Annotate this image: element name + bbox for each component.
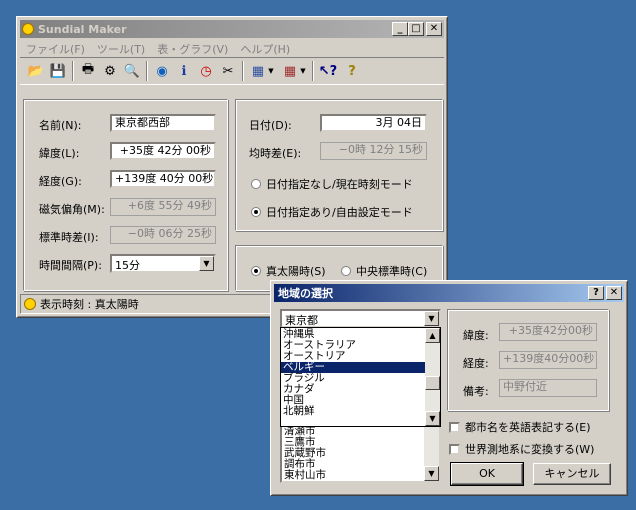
interval-select[interactable]: 15分 ▼ [110, 254, 216, 273]
region-dropdown-items: 沖縄県 オーストラリア オーストリア ベルギー ブラジル カナダ 中国 北朝鮮 [281, 329, 425, 417]
english-name-checkbox[interactable]: 都市名を英語表記する(E) [449, 419, 591, 435]
radio-free-mode[interactable]: 日付指定あり/自由設定モード [251, 204, 413, 220]
radio-mean-solar-circle [341, 266, 351, 276]
dropdown-scrollbar[interactable]: ▲ ▼ [425, 328, 440, 426]
radio-true-solar-circle [251, 266, 261, 276]
info-icon[interactable]: ℹ [174, 61, 194, 81]
globe-icon[interactable]: ◉ [152, 61, 172, 81]
name-label: 名前(N): [39, 119, 82, 132]
english-name-checkbox-box [449, 421, 460, 433]
scroll-down-button[interactable]: ▼ [424, 466, 439, 481]
world-geodetic-checkbox-box [449, 443, 460, 455]
help-button[interactable]: ? [588, 286, 604, 300]
dialog-titlebar[interactable]: 地域の選択 ? ✕ [274, 284, 624, 302]
radio-free-mode-label: 日付指定あり/自由設定モード [266, 206, 413, 219]
english-name-checkbox-label: 都市名を英語表記する(E) [465, 421, 591, 434]
sundial-app-icon [22, 23, 34, 35]
dialog-lat-label: 緯度: [463, 329, 489, 342]
close-button[interactable]: ✕ [426, 22, 442, 36]
toolbar-separator [72, 61, 74, 81]
print-setup-icon[interactable]: ⚙ [100, 61, 120, 81]
toolbar: 📂 💾 🖶 ⚙ 🔍 ◉ ℹ ◷ ✂ ▦ ▼ ▦ ▼ ↖? ? [20, 57, 444, 85]
grid-dropdown-icon[interactable]: ▼ [266, 61, 276, 81]
sun-icon [24, 298, 36, 310]
dialog-title: 地域の選択 [278, 287, 333, 300]
print-preview-icon[interactable]: 🔍 [122, 61, 142, 81]
dialog-note-field: 中野付近 [499, 379, 597, 397]
dialog-lat-field: +35度42分00秒 [499, 323, 597, 341]
region-dropdown-list[interactable]: 沖縄県 オーストラリア オーストリア ベルギー ブラジル カナダ 中国 北朝鮮 … [280, 327, 441, 427]
list-item[interactable]: 北朝鮮 [281, 406, 425, 417]
declination-label: 磁気偏角(M): [39, 203, 105, 216]
radio-now-mode[interactable]: 日付指定なし/現在時刻モード [251, 176, 413, 192]
interval-label: 時間間隔(P): [39, 259, 102, 272]
date-label: 日付(D): [249, 119, 292, 132]
radio-mean-solar[interactable]: 中央標準時(C) [341, 263, 427, 279]
std-time-diff-field: −0時 06分 25秒 [110, 226, 216, 244]
cancel-button[interactable]: キャンセル [533, 463, 611, 485]
radio-now-mode-circle [251, 179, 261, 189]
dialog-close-button[interactable]: ✕ [606, 286, 622, 300]
declination-field: +6度 55分 49秒 [110, 198, 216, 216]
menubar: ファイル(F) ツール(T) 表・グラフ(V) ヘルプ(H) [20, 39, 296, 57]
interval-value: 15分 [115, 259, 140, 272]
radio-true-solar-label: 真太陽時(S) [266, 265, 326, 278]
equation-of-time-label: 均時差(E): [249, 147, 302, 160]
world-geodetic-checkbox[interactable]: 世界測地系に変換する(W) [449, 441, 594, 457]
equation-of-time-field: −0時 12分 15秒 [320, 142, 427, 160]
radio-now-mode-label: 日付指定なし/現在時刻モード [266, 178, 413, 191]
toolbar-separator [312, 61, 314, 81]
name-field[interactable]: 東京都西部 [110, 114, 216, 132]
toolbar-separator [146, 61, 148, 81]
open-icon[interactable]: 📂 [26, 61, 46, 81]
world-geodetic-checkbox-label: 世界測地系に変換する(W) [465, 443, 595, 456]
window-title: Sundial Maker [38, 22, 127, 36]
radio-mean-solar-label: 中央標準時(C) [356, 265, 428, 278]
list-item[interactable]: 東村山市 [282, 470, 424, 481]
print-icon[interactable]: 🖶 [78, 61, 98, 81]
main-window: Sundial Maker _ □ ✕ ファイル(F) ツール(T) 表・グラフ… [16, 16, 448, 318]
scroll-down-button[interactable]: ▼ [425, 411, 440, 426]
city-list-items: 清瀬市 三鷹市 武蔵野市 調布市 東村山市 [282, 426, 424, 481]
grid-icon[interactable]: ▦ [248, 61, 268, 81]
scroll-thumb[interactable] [425, 376, 440, 390]
save-icon[interactable]: 💾 [48, 61, 68, 81]
menu-help[interactable]: ヘルプ(H) [234, 39, 296, 57]
menu-tools[interactable]: ツール(T) [91, 39, 151, 57]
latitude-label: 緯度(L): [39, 147, 80, 160]
chevron-down-icon[interactable]: ▼ [424, 311, 439, 326]
region-dialog: 地域の選択 ? ✕ 清瀬市 三鷹市 武蔵野市 調布市 東村山市 ▲ ▼ 東京都 … [270, 280, 628, 496]
dialog-note-label: 備考: [463, 385, 489, 398]
longitude-label: 経度(G): [39, 175, 82, 188]
ok-button[interactable]: OK [450, 462, 524, 486]
menu-file[interactable]: ファイル(F) [20, 39, 91, 57]
status-text: 表示時刻 : 真太陽時 [40, 298, 139, 311]
radio-free-mode-circle [251, 207, 261, 217]
grid-alt-dropdown-icon[interactable]: ▼ [298, 61, 308, 81]
toolbar-separator [242, 61, 244, 81]
std-time-diff-label: 標準時差(I): [39, 231, 99, 244]
clock-icon[interactable]: ◷ [196, 61, 216, 81]
scroll-up-button[interactable]: ▲ [425, 328, 440, 343]
tools-icon[interactable]: ✂ [218, 61, 238, 81]
region-select-value: 東京都 [285, 314, 318, 327]
main-titlebar[interactable]: Sundial Maker _ □ ✕ [20, 20, 444, 38]
dialog-lon-label: 経度: [463, 357, 489, 370]
chevron-down-icon[interactable]: ▼ [199, 256, 214, 271]
grid-alt-icon[interactable]: ▦ [280, 61, 300, 81]
date-field[interactable]: 3月 04日 [320, 114, 427, 132]
radio-true-solar[interactable]: 真太陽時(S) [251, 263, 326, 279]
menu-view[interactable]: 表・グラフ(V) [151, 39, 234, 57]
region-select[interactable]: 東京都 ▼ [280, 309, 441, 328]
latitude-field[interactable]: +35度 42分 00秒 [110, 142, 216, 160]
longitude-field[interactable]: +139度 40分 00秒 [110, 170, 216, 188]
minimize-button[interactable]: _ [392, 22, 408, 36]
help-pointer-icon[interactable]: ↖? [318, 61, 338, 81]
dialog-lon-field: +139度40分00秒 [499, 351, 597, 369]
maximize-button[interactable]: □ [408, 22, 424, 36]
question-icon[interactable]: ? [342, 61, 362, 81]
